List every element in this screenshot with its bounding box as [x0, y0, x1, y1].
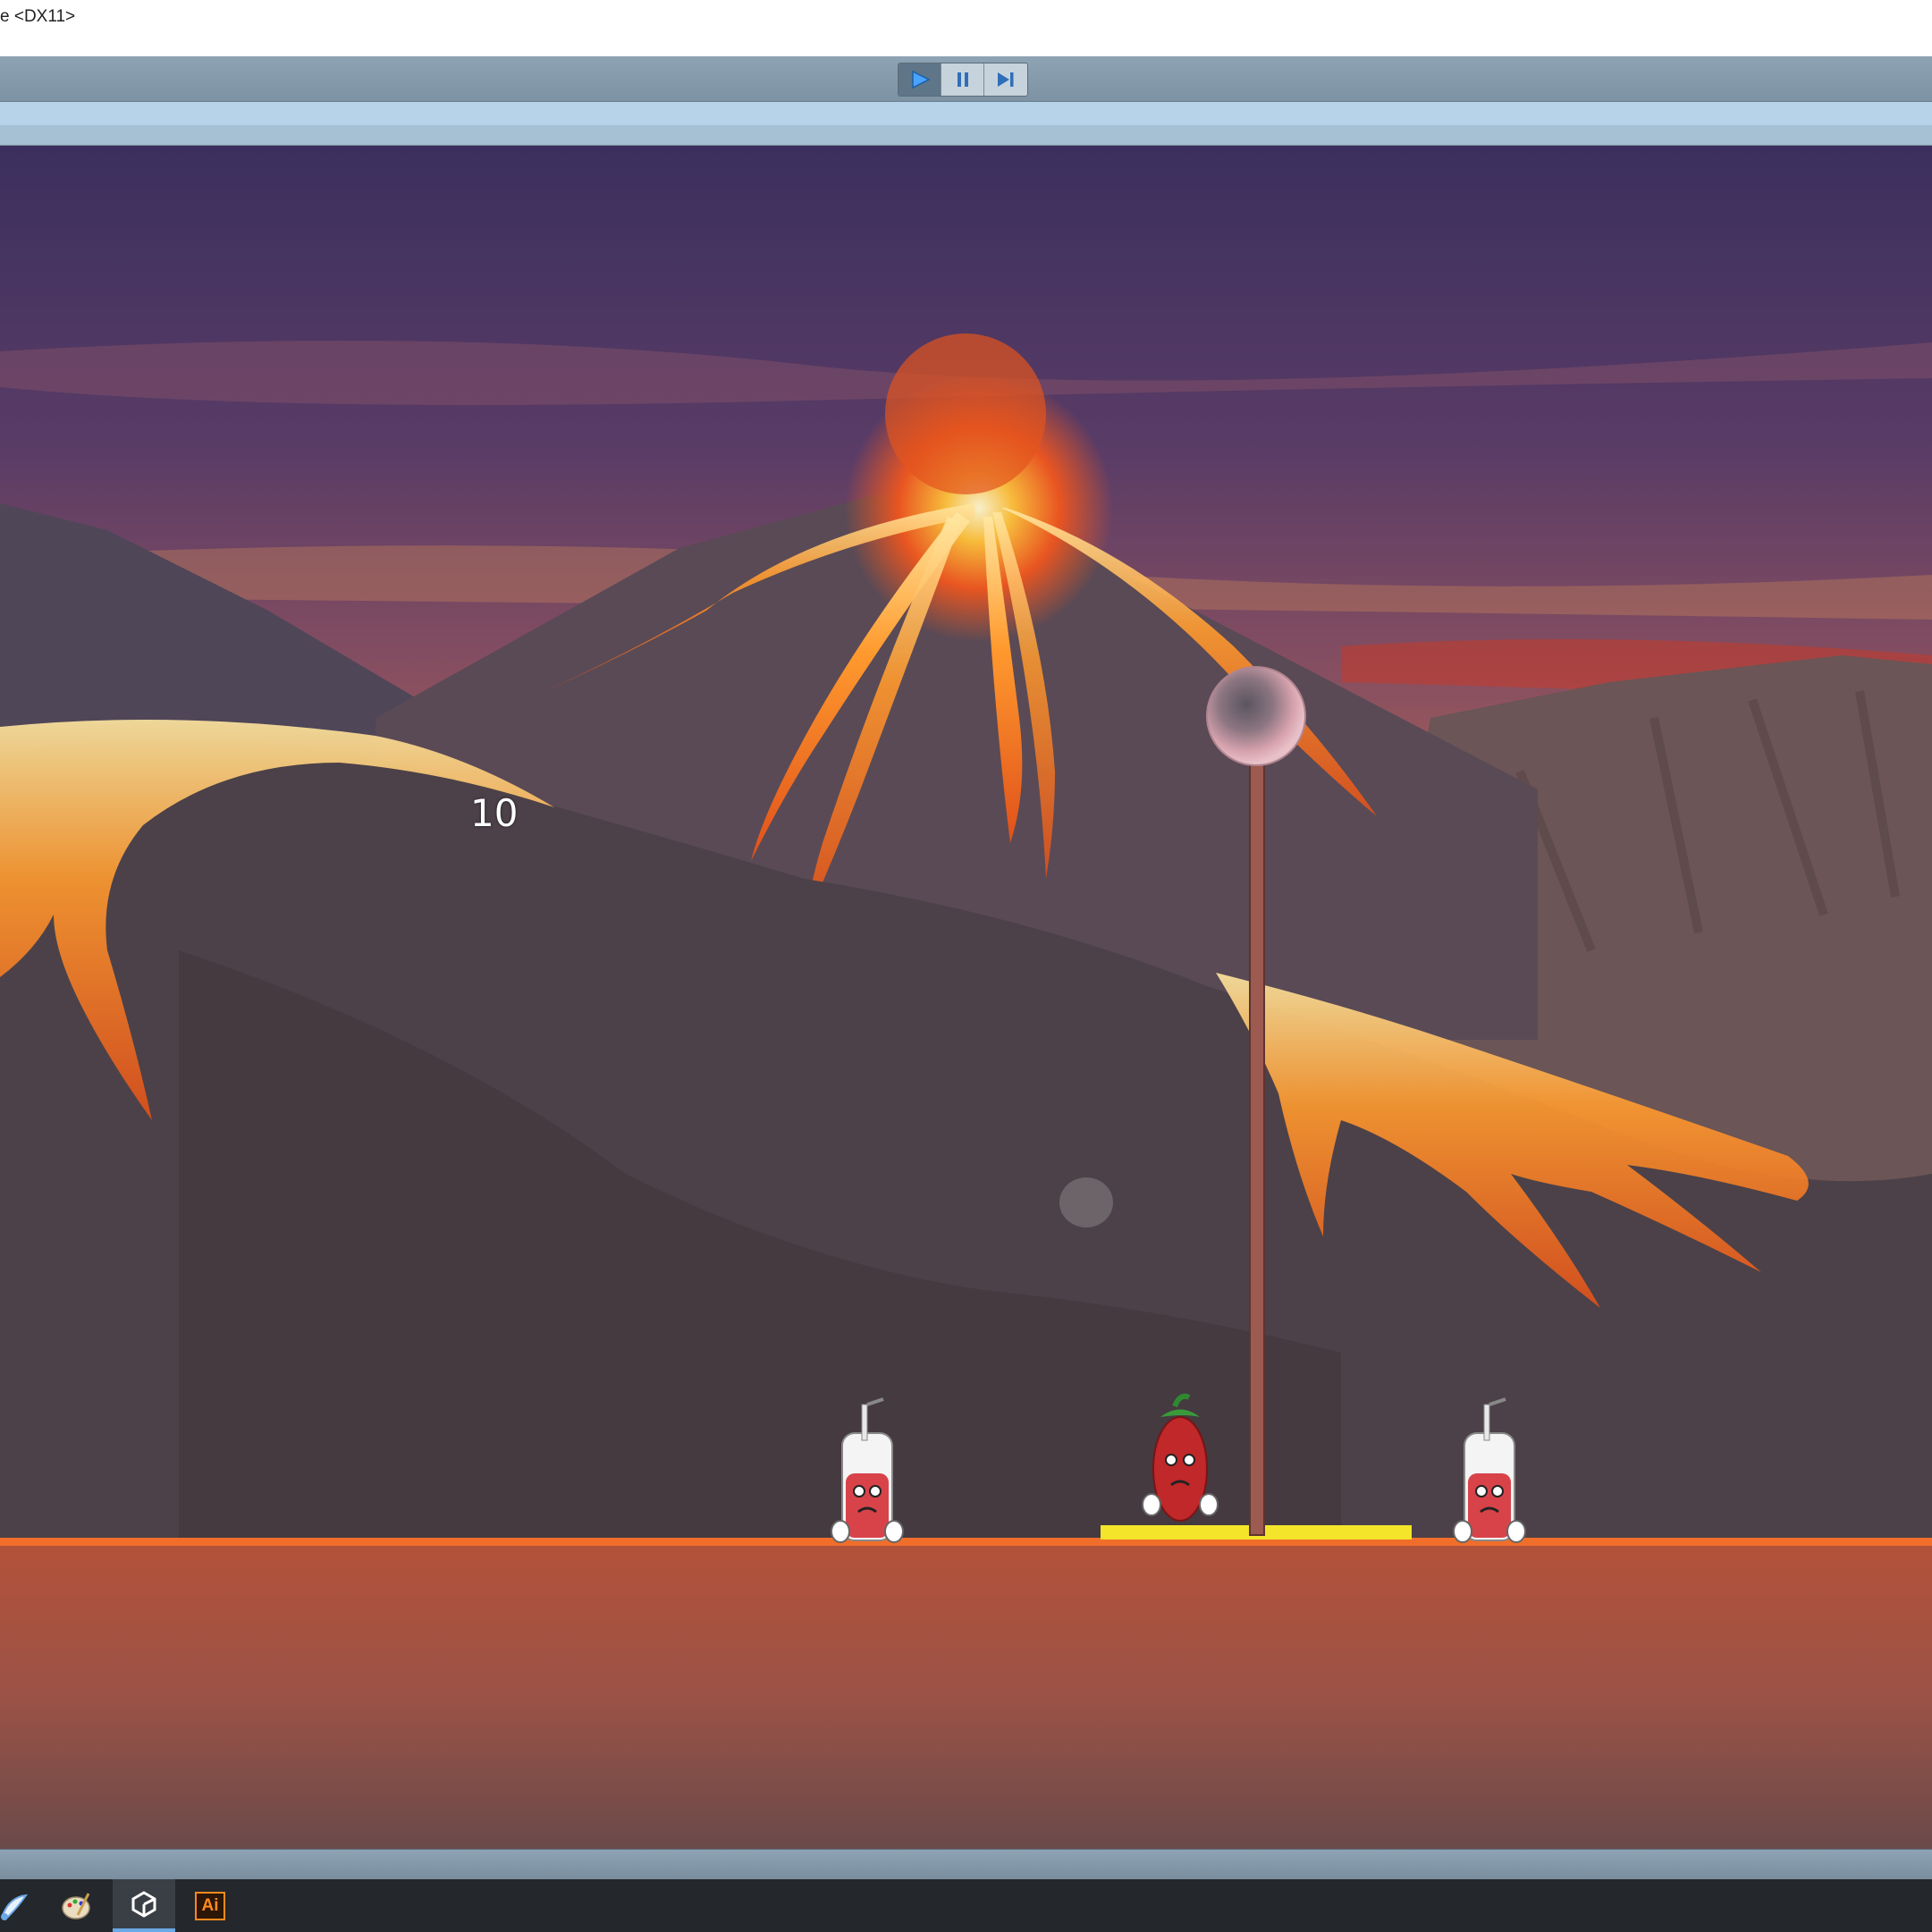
illustrator-icon: Ai	[195, 1891, 225, 1920]
pause-icon	[957, 72, 968, 87]
step-icon	[998, 72, 1014, 87]
taskbar-item-palette[interactable]	[45, 1879, 107, 1932]
unity-icon	[131, 1890, 156, 1918]
paint-app-icon	[1, 1894, 29, 1920]
pole	[1249, 762, 1265, 1536]
editor-toolbar	[0, 56, 1932, 102]
palette-app-icon	[62, 1892, 90, 1919]
step-button[interactable]	[984, 63, 1027, 96]
play-button[interactable]	[899, 63, 941, 96]
playback-controls	[898, 63, 1028, 97]
window-titlebar: e <DX11>	[0, 0, 1932, 57]
taskbar-item-unity[interactable]	[113, 1879, 175, 1932]
play-icon	[911, 70, 931, 89]
game-view[interactable]: 10	[0, 146, 1932, 1849]
taskbar-item-illustrator[interactable]: Ai	[179, 1879, 241, 1932]
editor-status-bar	[0, 1849, 1932, 1880]
pause-button[interactable]	[941, 63, 984, 96]
taskbar-item-paint[interactable]	[0, 1879, 45, 1932]
game-scene	[0, 146, 1932, 1849]
ball	[1206, 666, 1306, 766]
game-view-strip	[0, 102, 1932, 147]
window-title: e <DX11>	[0, 7, 76, 26]
score-counter: 10	[470, 791, 519, 835]
taskbar: Ai	[0, 1879, 1932, 1932]
